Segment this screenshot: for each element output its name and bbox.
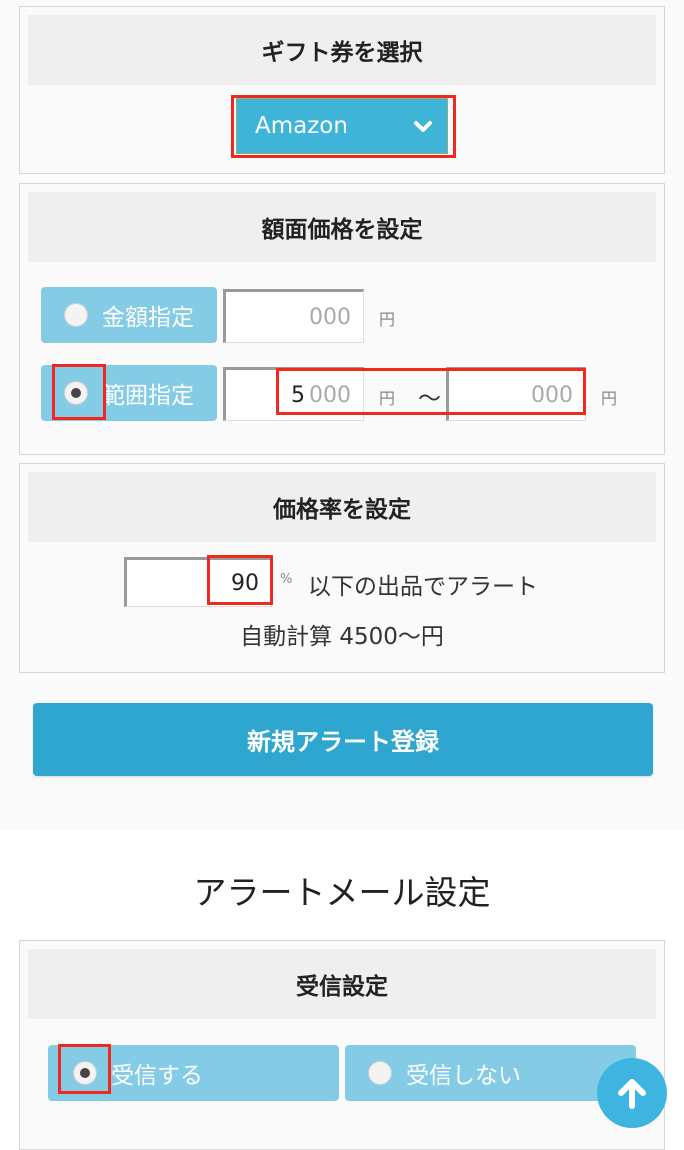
range-option[interactable]: 範囲指定 xyxy=(41,365,217,421)
range-max-placeholder: 000 xyxy=(531,382,573,408)
range-max-input[interactable]: 000 xyxy=(446,367,586,421)
rate-input[interactable]: 90 xyxy=(124,557,272,607)
range-min-value: 5 xyxy=(291,382,305,408)
range-min-placeholder: 000 xyxy=(309,382,351,408)
range-radio[interactable] xyxy=(64,381,88,405)
exact-amount-label: 金額指定 xyxy=(102,305,194,331)
exact-amount-radio[interactable] xyxy=(64,303,88,327)
receive-option[interactable]: 受信する xyxy=(48,1045,339,1101)
chevron-down-icon xyxy=(414,121,432,132)
register-alert-button[interactable]: 新規アラート登録 xyxy=(33,703,653,776)
rate-percent-unit: % xyxy=(280,572,293,587)
scroll-to-top-button[interactable] xyxy=(597,1058,667,1128)
face-value-section-title: 額面価格を設定 xyxy=(28,192,656,262)
range-min-yen-unit: 円 xyxy=(379,389,396,408)
no-receive-label: 受信しない xyxy=(406,1063,521,1089)
exact-amount-placeholder: 000 xyxy=(309,304,351,330)
rate-value: 90 xyxy=(231,570,259,596)
range-min-input[interactable]: 5 000 xyxy=(223,367,364,421)
no-receive-option[interactable]: 受信しない xyxy=(345,1045,636,1101)
arrow-up-icon xyxy=(618,1079,646,1109)
price-rate-section-title: 価格率を設定 xyxy=(28,472,656,542)
auto-calc-text: 自動計算 4500〜円 xyxy=(240,624,444,650)
exact-amount-option[interactable]: 金額指定 xyxy=(41,287,217,343)
range-max-yen-unit: 円 xyxy=(601,389,618,408)
receive-label: 受信する xyxy=(111,1063,203,1089)
exact-amount-yen-unit: 円 xyxy=(379,310,396,329)
gift-card-selected-value: Amazon xyxy=(255,113,348,139)
range-separator: 〜 xyxy=(418,386,441,412)
rate-alert-text: 以下の出品でアラート xyxy=(308,574,538,600)
receive-settings-title: 受信設定 xyxy=(28,949,656,1019)
no-receive-radio[interactable] xyxy=(368,1061,392,1085)
exact-amount-input[interactable]: 000 xyxy=(223,289,364,343)
gift-card-section-title: ギフト券を選択 xyxy=(28,15,656,85)
range-label: 範囲指定 xyxy=(102,383,194,409)
receive-radio[interactable] xyxy=(73,1061,97,1085)
gift-card-select[interactable]: Amazon xyxy=(236,98,448,154)
alert-mail-heading: アラートメール設定 xyxy=(193,873,491,912)
